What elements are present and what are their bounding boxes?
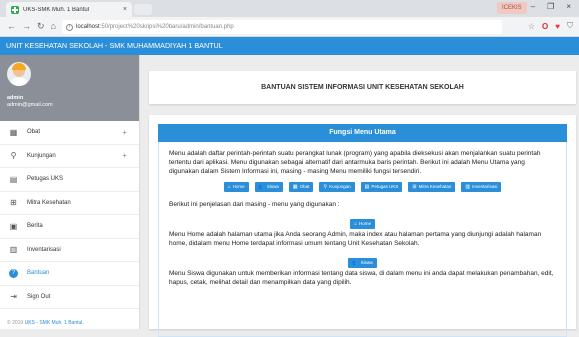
sidebar-item-bantuan[interactable]: ? Bantuan	[0, 262, 139, 286]
heart-icon[interactable]: ♥	[555, 22, 560, 31]
pin-icon: ⚲	[323, 184, 328, 191]
panel-body: Menu adalah daftar perintah-perintah sua…	[158, 142, 567, 337]
home-section-button[interactable]: ⌂ Home	[349, 219, 376, 230]
sidebar-item-label: Obat	[27, 129, 41, 136]
users-icon: 👥	[352, 259, 359, 266]
home-menu-button[interactable]: ⌂ Home	[223, 182, 249, 193]
sidebar-item-mitra-kesehatan[interactable]: ⊞ Mitra Kesehatan	[0, 192, 139, 215]
back-icon[interactable]: ←	[7, 21, 16, 32]
id-card-icon: ▤	[364, 184, 370, 191]
siswa-menu-button[interactable]: 👥 Siswa	[254, 182, 283, 193]
sidebar-item-sign-out[interactable]: ⇥ Sign Out	[0, 286, 139, 309]
help-panel: Fungsi Menu Utama Menu adalah daftar per…	[149, 115, 576, 337]
profile-panel: admin admin@gmail.com	[0, 55, 139, 121]
sidebar-item-label: Bantuan	[27, 270, 50, 277]
tab-title: UKS-SMK Muh. 1 Bantul	[23, 6, 90, 13]
expand-icon[interactable]: +	[122, 128, 127, 137]
app-header: UNIT KESEHATAN SEKOLAH - SMK MUHAMMADIYA…	[0, 37, 579, 55]
browser-tabbar: UKS-SMK Muh. 1 Bantul × ICEKIS – ❐ ×	[0, 0, 579, 17]
favicon-icon	[11, 5, 19, 14]
address-bar: ← → ↻ ⌂ i localhost:50/project%20skripsi…	[0, 17, 579, 37]
home-icon[interactable]: ⌂	[51, 21, 56, 32]
reload-icon[interactable]: ↻	[37, 21, 45, 32]
kunjungan-menu-button[interactable]: ⚲ Kunjungan	[319, 182, 355, 193]
opera-icon[interactable]: O	[542, 22, 548, 31]
sidebar-item-label: Sign Out	[27, 293, 51, 300]
petugas-uks-menu-button[interactable]: ▤ Petugas UKS	[360, 182, 403, 193]
page-title: BANTUAN SISTEM INFORMASI UNIT KESEHATAN …	[149, 71, 576, 104]
home-icon: ⌂	[227, 184, 231, 191]
pin-icon: ⚲	[10, 151, 17, 161]
sidebar-item-label: Petugas UKS	[27, 176, 64, 183]
sidebar-item-berita[interactable]: ▣ Berita	[0, 215, 139, 239]
panel-title: Fungsi Menu Utama	[158, 124, 567, 142]
forward-icon[interactable]: →	[22, 21, 31, 32]
grid-icon: ▦	[9, 127, 18, 137]
explain-intro-text: Berikut ini penjelasan dari masing - men…	[169, 201, 340, 209]
newspaper-icon: ▣	[9, 221, 18, 231]
sidebar: admin admin@gmail.com ▦ Obat + ⚲ Kunjung…	[0, 55, 140, 329]
home-icon: ⌂	[353, 221, 357, 228]
minimize-button[interactable]: –	[531, 2, 535, 11]
archive-icon: ▥	[9, 245, 18, 255]
user-name: admin	[7, 95, 24, 101]
obat-menu-button[interactable]: ▦ Obat	[288, 182, 314, 193]
expand-icon[interactable]: +	[122, 151, 127, 160]
sidebar-footer: © 2019 UKS - SMK Muh. 1 Bantul.	[7, 320, 84, 326]
sidebar-item-obat[interactable]: ▦ Obat +	[0, 121, 139, 145]
sidebar-item-label: Mitra Kesehatan	[27, 199, 71, 206]
siswa-description: Menu Siswa digunakan untuk memberikan in…	[169, 269, 554, 286]
id-card-icon: ▤	[9, 174, 18, 184]
plus-square-icon: ⊞	[412, 184, 417, 191]
info-icon[interactable]: i	[66, 23, 73, 31]
sidebar-item-label: Kunjungan	[27, 152, 56, 159]
bookmark-star-icon[interactable]: ☆	[528, 22, 535, 31]
shield-icon[interactable]: ⛉	[567, 21, 573, 31]
grid-icon: ▦	[292, 184, 298, 191]
window-label: ICEKIS	[497, 2, 527, 14]
help-icon: ?	[9, 268, 18, 278]
tab-close-icon[interactable]: ×	[123, 6, 127, 13]
intro-text: Menu adalah daftar perintah-perintah sua…	[169, 150, 541, 175]
url-path: :50/project%20skripsi%20baru/admin/bantu…	[99, 24, 234, 30]
new-tab-button[interactable]	[134, 4, 152, 15]
inventarisasi-menu-button[interactable]: ▥ Inventarisasi	[461, 182, 502, 193]
browser-tab[interactable]: UKS-SMK Muh. 1 Bantul ×	[6, 2, 132, 17]
sidebar-item-kunjungan[interactable]: ⚲ Kunjungan +	[0, 145, 139, 168]
close-window-button[interactable]: ×	[566, 2, 571, 11]
users-icon: 👥	[258, 184, 265, 191]
maximize-button[interactable]: ❐	[547, 2, 554, 11]
plus-square-icon: ⊞	[10, 198, 17, 208]
url-host: localhost	[76, 24, 100, 30]
sidebar-item-label: Berita	[27, 223, 43, 230]
sign-out-icon: ⇥	[10, 292, 17, 302]
sidebar-item-label: Inventarisasi	[27, 246, 61, 253]
archive-icon: ▥	[465, 184, 471, 191]
home-description: Menu Home adalah halaman utama jika Anda…	[169, 231, 542, 247]
avatar[interactable]	[7, 62, 31, 86]
menu-button-row: ⌂ Home 👥 Siswa ▦ Obat ⚲ Kunjungan ▤ Petugas U…	[169, 182, 556, 193]
user-email: admin@gmail.com	[7, 102, 53, 108]
sidebar-item-inventarisasi[interactable]: ▥ Inventarisasi	[0, 239, 139, 262]
footer-brand-link[interactable]: UKS - SMK Muh. 1 Bantul.	[25, 320, 84, 326]
sidebar-item-petugas-uks[interactable]: ▤ Petugas UKS	[0, 168, 139, 192]
siswa-section-button[interactable]: 👥 Siswa	[348, 257, 377, 268]
mitra-kesehatan-menu-button[interactable]: ⊞ Mitra Kesehatan	[408, 182, 456, 193]
footer-copyright: © 2019	[7, 320, 24, 326]
url-field[interactable]: i localhost:50/project%20skripsi%20baru/…	[62, 20, 502, 34]
